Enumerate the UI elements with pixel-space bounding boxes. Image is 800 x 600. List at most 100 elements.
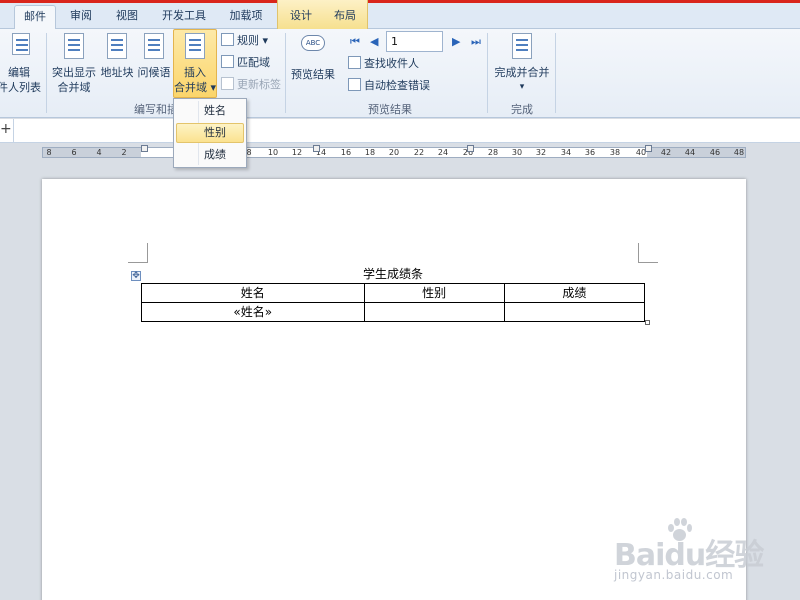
ruler-number: 48 [733,148,745,157]
ruler-number: 2 [121,148,127,157]
grades-table[interactable]: 姓名 性别 成绩 «姓名» [141,283,646,322]
dropdown-item-name[interactable]: 姓名 [176,101,244,121]
ribbon: 编辑 件人列表 突出显示 合并域 地址块 问候语 插入 合并域 ▾ 规则 ▾ 匹… [0,29,800,118]
match-fields-button[interactable]: 匹配域 [221,54,270,72]
previous-record-icon[interactable]: ◀ [370,33,378,51]
dropdown-item-gender[interactable]: 性别 [176,123,244,143]
ruler-number: 38 [609,148,621,157]
highlight-fields-icon [61,33,87,63]
tab-developer[interactable]: 开发工具 [152,5,216,29]
horizontal-ruler[interactable]: 8642246810121416182022242628303234363840… [42,145,746,158]
ruler-indent-left-marker[interactable] [141,145,148,152]
auto-check-errors-button[interactable]: 自动检查错误 [348,77,430,95]
tab-review[interactable]: 审阅 [60,5,102,29]
cell-gender[interactable] [363,302,505,322]
table-row: «姓名» [141,302,646,322]
rules-icon [221,33,234,46]
header-name[interactable]: 姓名 [141,283,365,303]
match-fields-label: 匹配域 [237,56,270,69]
header-score[interactable]: 成绩 [503,283,646,303]
ruler-tab-marker[interactable] [467,145,474,152]
greeting-line-button[interactable]: 问候语 [136,31,172,80]
ribbon-tab-bar: 邮件 审阅 视图 开发工具 加载项 [0,3,800,30]
ruler-number: 44 [684,148,696,157]
match-fields-icon [221,55,234,68]
preview-abc-icon: ABC [300,35,326,65]
tab-addins[interactable]: 加载项 [220,5,272,29]
ruler-number: 30 [511,148,523,157]
insert-label-line1: 插入 [184,66,206,79]
tab-mailings[interactable]: 邮件 [14,5,56,30]
ruler-number: 28 [487,148,499,157]
rules-label: 规则 ▾ [237,34,269,47]
ruler-number: 36 [584,148,596,157]
insert-label-line2: 合并域 ▾ [173,81,217,94]
find-recipient-icon [348,56,361,69]
find-recipient-label: 查找收件人 [364,57,419,70]
dropdown-item-score[interactable]: 成绩 [176,145,244,165]
table-tools-context-group: 设计 布局 [277,0,368,29]
insert-field-icon [182,33,208,63]
find-recipient-button[interactable]: 查找收件人 [348,55,419,73]
ruler-number: 16 [340,148,352,157]
highlight-label-line1: 突出显示 [52,66,96,79]
recipient-list-icon [6,33,32,63]
group-label-preview: 预览结果 [368,103,412,116]
last-record-icon[interactable]: ⏭ [471,33,481,51]
ruler-indent-right-marker[interactable] [645,145,652,152]
header-gender[interactable]: 性别 [363,283,505,303]
cell-score[interactable] [503,302,646,322]
ruler-area: 8642246810121416182022242628303234363840… [0,143,800,163]
expand-plus-icon[interactable]: + [0,121,12,137]
group-separator [555,33,556,113]
margin-corner-top-right [638,243,658,263]
record-number-input[interactable]: 1 [386,31,443,52]
cell-name-field[interactable]: «姓名» [141,302,365,322]
margin-corner-top-left [128,243,148,263]
group-label-finish: 完成 [511,103,533,116]
preview-results-button[interactable]: ABC 预览结果 [290,31,336,82]
ruler-number: 42 [660,148,672,157]
group-separator [487,33,488,113]
tab-design[interactable]: 设计 [286,5,316,29]
greeting-line-label: 问候语 [137,66,171,79]
ruler-number: 20 [388,148,400,157]
rules-button[interactable]: 规则 ▾ [221,32,268,50]
address-block-label: 地址块 [100,66,134,79]
address-block-button[interactable]: 地址块 [98,31,136,80]
document-title: 学生成绩条 [362,267,423,281]
table-move-handle-icon[interactable]: ✥ [131,271,141,281]
finish-merge-icon [509,33,535,63]
next-record-icon[interactable]: ▶ [452,33,460,51]
ruler-number: 8 [46,148,52,157]
ruler-number: 32 [535,148,547,157]
update-labels-label: 更新标签 [237,78,281,91]
ruler-number: 12 [291,148,303,157]
first-record-icon[interactable]: ⏮ [350,33,360,51]
table-header-row: 姓名 性别 成绩 [141,283,646,303]
group-separator [285,33,286,113]
ruler-number: 18 [364,148,376,157]
table-resize-handle[interactable] [645,320,650,325]
highlight-label-line2: 合并域 [57,81,91,94]
ruler-number: 24 [437,148,449,157]
collapsed-bar: + [0,119,800,143]
tab-layout[interactable]: 布局 [330,5,360,29]
finish-merge-button[interactable]: 完成并合并 ▾ [492,31,552,95]
edit-recipient-list-button[interactable]: 编辑 件人列表 [0,31,44,95]
auto-check-icon [348,78,361,91]
update-labels-button[interactable]: 更新标签 [221,76,281,94]
address-block-icon [104,33,130,63]
baidu-jingyan-watermark: Baidu经验 jingyan.baidu.com [612,516,782,586]
merge-field-dropdown: 姓名 性别 成绩 [173,98,247,168]
update-labels-icon [221,77,234,90]
greeting-line-icon [141,33,167,63]
preview-results-label: 预览结果 [291,68,335,81]
ruler-column-marker[interactable] [313,145,320,152]
insert-merge-field-button[interactable]: 插入 合并域 ▾ [173,31,217,95]
ruler-number: 22 [413,148,425,157]
tab-view[interactable]: 视图 [106,5,148,29]
ruler-number: 4 [96,148,102,157]
finish-merge-label: 完成并合并 [494,66,550,79]
highlight-merge-fields-button[interactable]: 突出显示 合并域 [50,31,98,95]
